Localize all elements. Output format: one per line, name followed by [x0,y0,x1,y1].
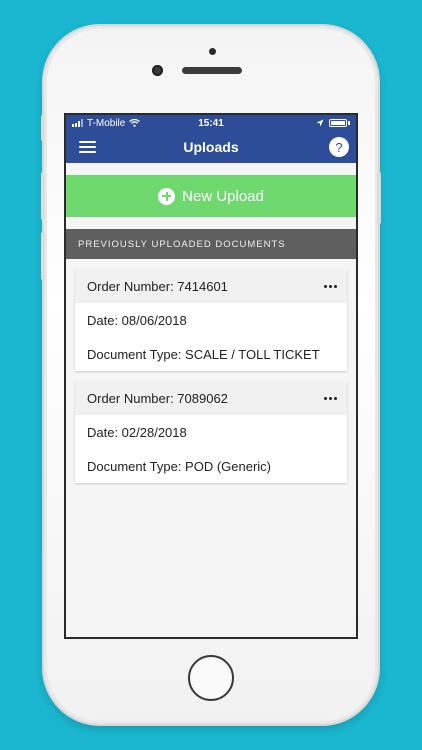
section-title: PREVIOUSLY UPLOADED DOCUMENTS [78,238,286,250]
document-type: Document Type: POD (Generic) [87,458,271,474]
battery-icon [329,119,347,127]
order-number: Order Number: 7414601 [87,278,228,294]
app-screen: T-Mobile 15:41 Uploads ? New Upload PREV… [64,113,358,639]
battery-tip [348,121,350,125]
documents-list: Order Number: 7414601 Date: 08/06/2018 D… [66,259,356,483]
document-type: Document Type: SCALE / TOLL TICKET [87,346,320,362]
status-bar: T-Mobile 15:41 [66,115,356,131]
more-icon[interactable] [320,281,341,292]
document-date: Date: 02/28/2018 [87,424,187,440]
document-card[interactable]: Order Number: 7089062 Date: 02/28/2018 D… [75,381,347,483]
page-title: Uploads [183,139,239,155]
carrier-label: T-Mobile [87,117,126,129]
earpiece-speaker [182,67,242,74]
status-left: T-Mobile [72,117,141,129]
section-header: PREVIOUSLY UPLOADED DOCUMENTS [66,229,356,259]
volume-up-button [41,172,45,220]
card-header: Order Number: 7414601 [75,269,347,303]
volume-down-button [41,232,45,280]
new-upload-button[interactable]: New Upload [66,175,356,217]
signal-icon [72,119,83,127]
sensor-dot [209,48,216,55]
home-button[interactable] [188,655,234,701]
power-button [377,172,381,224]
document-card[interactable]: Order Number: 7414601 Date: 08/06/2018 D… [75,269,347,371]
card-header: Order Number: 7089062 [75,381,347,415]
help-icon[interactable]: ? [329,137,349,157]
plus-circle-icon [158,187,176,205]
mute-switch [41,115,45,141]
document-date: Date: 08/06/2018 [87,312,187,328]
more-icon[interactable] [320,393,341,404]
menu-icon[interactable] [79,141,96,153]
front-camera [152,65,163,76]
new-upload-label: New Upload [182,187,264,205]
order-number: Order Number: 7089062 [87,390,228,406]
nav-bar: Uploads ? [66,131,356,163]
location-icon [316,119,324,127]
status-right [316,119,350,127]
wifi-icon [129,119,141,127]
